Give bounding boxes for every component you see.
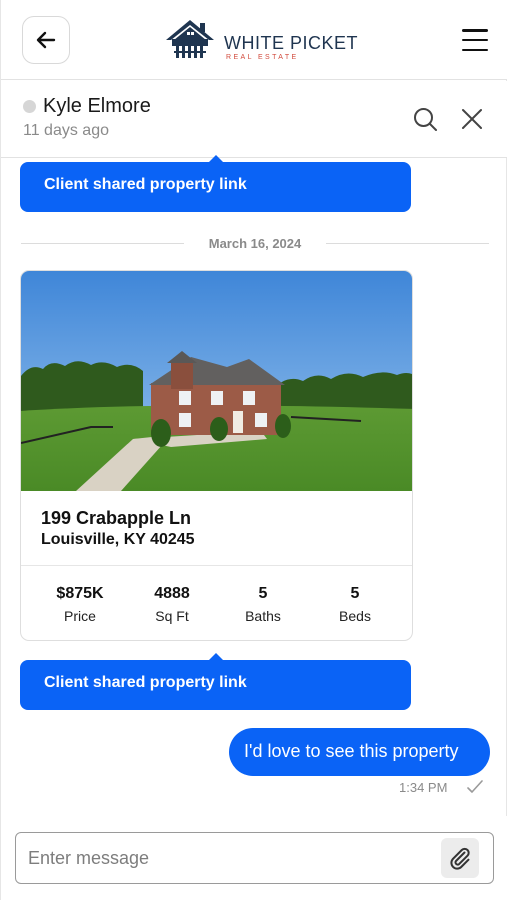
paperclip-icon [450,847,470,870]
stat-label: Beds [339,608,371,624]
arrow-left-icon [36,31,56,49]
checkmark-icon [467,780,483,793]
shared-link-notice: Client shared property link [20,653,411,710]
shared-link-notice: Client shared property link [20,155,411,212]
divider [21,565,412,566]
divider [326,243,489,244]
property-address-city: Louisville, KY 40245 [41,531,195,548]
attach-button[interactable] [441,838,479,878]
stat-baths: 5 Baths [218,585,308,624]
close-button[interactable] [458,105,486,133]
property-card[interactable]: 199 Crabapple Ln Louisville, KY 40245 $8… [20,270,413,641]
search-icon [414,108,437,131]
stat-label: Price [64,608,96,624]
presence-status-dot [23,100,36,113]
menu-button[interactable] [457,24,493,56]
last-seen: 11 days ago [23,122,109,139]
stat-beds: 5 Beds [310,585,400,624]
property-address-street: 199 Crabapple Ln [41,508,192,528]
chat-screen: WHITE PICKET REAL ESTATE Kyle Elmore 11 … [0,0,507,900]
message-composer [1,816,507,900]
stat-label: Baths [245,608,281,624]
brand-name: WHITE PICKET [224,33,359,53]
message-timestamp: 1:34 PM [399,780,448,795]
search-button[interactable] [411,105,439,133]
divider [21,243,184,244]
stat-value: 4888 [154,585,190,602]
stat-value: $875K [56,585,104,602]
outgoing-message[interactable]: I'd love to see this property [229,728,490,776]
close-icon [462,109,482,129]
stat-price: $875K Price [35,585,125,624]
property-photo [21,271,412,491]
date-label: March 16, 2024 [208,236,302,251]
back-button[interactable] [22,16,70,64]
brand-subtitle: REAL ESTATE [226,54,299,61]
message-input[interactable] [15,832,494,884]
conversation-header: Kyle Elmore 11 days ago [1,81,507,158]
stat-sqft: 4888 Sq Ft [127,585,217,624]
top-bar: WHITE PICKET REAL ESTATE [1,0,507,80]
stat-value: 5 [258,585,268,602]
stat-value: 5 [350,585,360,602]
stat-label: Sq Ft [155,608,189,624]
contact-name: Kyle Elmore [43,95,151,117]
brand-logo[interactable]: WHITE PICKET REAL ESTATE [164,18,358,64]
house-logo-icon [166,20,214,58]
date-separator: March 16, 2024 [21,233,489,253]
hamburger-menu-icon [462,29,488,32]
